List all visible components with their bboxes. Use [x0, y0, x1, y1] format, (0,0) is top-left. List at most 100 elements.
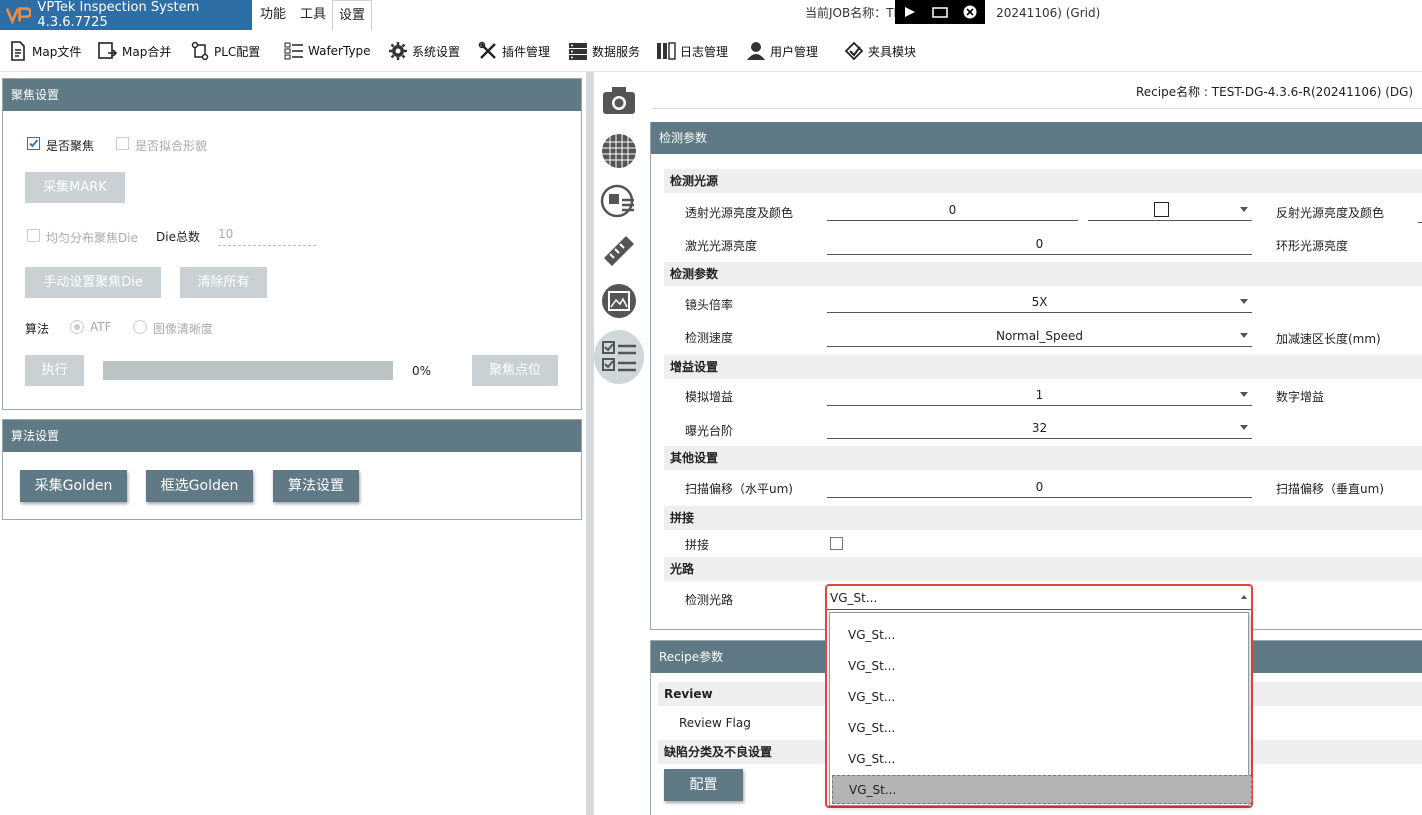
ruler-icon[interactable]: [600, 232, 638, 270]
chevron-down-icon: [1240, 392, 1248, 397]
clear-all-button[interactable]: 清除所有: [180, 267, 267, 298]
toolbar-label: 日志管理: [680, 44, 729, 59]
exposure-label: 曝光台阶: [685, 424, 734, 438]
trans-color-select[interactable]: [1088, 199, 1252, 221]
atf-radio[interactable]: [70, 320, 84, 334]
toolbar-system-settings[interactable]: 系统设置: [388, 38, 460, 64]
dropdown-option[interactable]: VG_St...: [832, 745, 1252, 774]
cursor-icon[interactable]: [903, 6, 917, 18]
optical-path-label: 检测光路: [685, 593, 734, 607]
stitch-checkbox[interactable]: [830, 537, 843, 550]
image-clarity-radio[interactable]: [133, 320, 147, 334]
toolbar-label: Map文件: [32, 44, 82, 59]
document-icon: [11, 41, 25, 61]
camera-icon[interactable]: [600, 82, 638, 120]
analog-gain-select[interactable]: 1: [827, 384, 1252, 406]
die-total-label: Die总数: [156, 230, 200, 244]
exposure-value: 32: [1031, 421, 1048, 435]
tools-icon: [478, 41, 496, 59]
app-title: VPTek Inspection System 4.3.6.7725: [37, 0, 200, 30]
analog-gain-label: 模拟增益: [685, 390, 734, 404]
menu-settings[interactable]: 设置: [332, 0, 373, 30]
review-flag-label: Review Flag: [679, 716, 751, 730]
screen-icon[interactable]: [932, 6, 948, 18]
fit-checkbox-label: 是否拟合形貌: [135, 139, 208, 153]
toolbar-plc[interactable]: PLC配置: [190, 38, 260, 64]
speed-select[interactable]: Normal_Speed: [827, 325, 1252, 347]
list-icon: [284, 42, 303, 60]
wafer-grid-icon[interactable]: [600, 132, 638, 170]
wafer-list-icon[interactable]: [600, 182, 638, 220]
toolbar-wafertype[interactable]: WaferType: [284, 38, 371, 64]
lens-label: 镜头倍率: [685, 298, 734, 312]
group-stitch: 拼接: [664, 506, 1422, 530]
capture-overlay-bar: [895, 0, 985, 24]
toolbar-label: 用户管理: [770, 44, 819, 59]
toolbar-map-file[interactable]: Map文件: [8, 38, 81, 64]
optical-path-value: VG_St...: [830, 591, 878, 605]
check-icon: [29, 139, 39, 148]
toolbar-fixture[interactable]: 夹具模块: [844, 38, 916, 64]
lens-select[interactable]: 5X: [827, 291, 1252, 313]
refl-light-label: 反射光源亮度及颜色: [1276, 206, 1385, 220]
chevron-up-icon: [1241, 595, 1247, 599]
focus-checkbox[interactable]: [27, 137, 40, 150]
dropdown-option-selected[interactable]: VG_St...: [832, 775, 1252, 804]
config-button[interactable]: 配置: [664, 769, 743, 801]
collect-mark-button[interactable]: 采集MARK: [25, 172, 125, 203]
chevron-down-icon: [1240, 207, 1248, 212]
menu-function[interactable]: 功能: [254, 0, 292, 30]
dropdown-option[interactable]: VG_St...: [832, 621, 1252, 650]
panel-splitter[interactable]: [586, 72, 594, 815]
exposure-select[interactable]: 32: [827, 417, 1252, 439]
image-frame-icon[interactable]: [600, 282, 638, 320]
chevron-down-icon: [1240, 333, 1248, 338]
manual-focus-die-button[interactable]: 手动设置聚焦Die: [25, 267, 161, 298]
dropdown-option[interactable]: VG_St...: [832, 714, 1252, 743]
merge-icon: [98, 42, 118, 59]
trans-light-input[interactable]: 0: [827, 199, 1078, 221]
ring-light-label: 环形光源亮度: [1276, 239, 1349, 253]
laser-light-input[interactable]: 0: [827, 233, 1252, 255]
focus-checkbox-label: 是否聚焦: [46, 139, 95, 153]
group-light-source: 检测光源: [664, 169, 1422, 193]
die-total-input[interactable]: 10: [218, 227, 316, 246]
title-bar: VPTek Inspection System 4.3.6.7725 功能 工具…: [0, 0, 1422, 30]
gear-icon: [389, 42, 407, 60]
checklist-tab-active[interactable]: [594, 330, 644, 384]
focus-point-button[interactable]: 聚焦点位: [472, 355, 558, 386]
group-optical: 光路: [664, 557, 1422, 581]
user-icon: [747, 42, 765, 60]
close-icon[interactable]: [963, 5, 977, 19]
toolbar: Map文件 Map合并 PLC配置 WaferType 系统设置 插件管理 数据…: [0, 30, 1422, 72]
toolbar-label: 插件管理: [502, 44, 551, 59]
dropdown-option[interactable]: VG_St...: [832, 652, 1252, 681]
toolbar-users[interactable]: 用户管理: [746, 38, 818, 64]
toolbar-map-merge[interactable]: Map合并: [98, 38, 171, 64]
accel-label: 加减速区长度(mm): [1276, 332, 1381, 346]
frame-golden-button[interactable]: 框选Golden: [146, 470, 253, 502]
speed-value: Normal_Speed: [995, 329, 1084, 343]
toolbar-log[interactable]: 日志管理: [656, 38, 728, 64]
toolbar-plugins[interactable]: 插件管理: [478, 38, 550, 64]
uniform-die-checkbox[interactable]: [27, 229, 40, 242]
dropdown-list: VG_St... VG_St... VG_St... VG_St... VG_S…: [829, 612, 1252, 806]
menu-tools[interactable]: 工具: [294, 0, 332, 30]
stitch-label: 拼接: [685, 538, 710, 552]
toolbar-label: WaferType: [308, 44, 371, 58]
optical-path-select[interactable]: VG_St...: [827, 586, 1251, 610]
collect-golden-button[interactable]: 采集Golden: [20, 470, 127, 502]
toolbar-data-service[interactable]: 数据服务: [568, 38, 640, 64]
optical-path-dropdown[interactable]: VG_St... VG_St... VG_St... VG_St... VG_S…: [825, 584, 1253, 808]
checklist-icon: [602, 341, 636, 372]
plc-icon: [191, 41, 209, 61]
refl-light-input[interactable]: [1418, 222, 1422, 223]
execute-button[interactable]: 执行: [25, 355, 84, 386]
scan-h-input[interactable]: 0: [827, 476, 1252, 498]
dropdown-option[interactable]: VG_St...: [832, 683, 1252, 712]
color-swatch: [1154, 202, 1169, 217]
algorithm-settings-button[interactable]: 算法设置: [273, 470, 359, 502]
log-icon: [657, 42, 676, 60]
fit-checkbox[interactable]: [116, 137, 129, 150]
fixture-icon: [844, 41, 864, 61]
